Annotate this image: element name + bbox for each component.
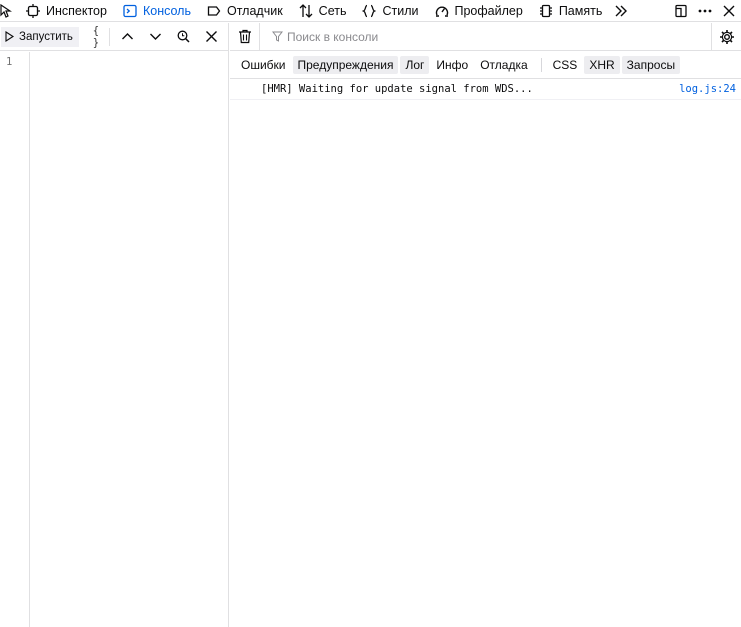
tab-network[interactable]: Сеть [291, 0, 355, 22]
close-icon [723, 5, 735, 16]
filter-icon [272, 31, 283, 42]
devtools-toolbar: Инспектор Консоль Отладчик Сеть Стили Пр… [0, 0, 741, 22]
tab-label: Инспектор [46, 3, 107, 18]
line-number: 1 [6, 56, 13, 68]
tab-style-editor[interactable]: Стили [354, 0, 426, 22]
pretty-print-button[interactable]: { } [87, 25, 105, 49]
chevrons-right-icon [615, 5, 628, 16]
filter-requests[interactable]: Запросы [621, 55, 681, 74]
tab-debugger[interactable]: Отладчик [199, 0, 291, 22]
message-text: [HMR] Waiting for update signal from WDS… [261, 83, 533, 95]
tab-label: Отладчик [226, 3, 283, 18]
close-icon [206, 31, 218, 42]
close-editor-button[interactable] [198, 23, 226, 51]
filter-debug[interactable]: Отладка [475, 56, 532, 74]
reverse-search-button[interactable] [170, 23, 198, 51]
memory-icon [539, 4, 552, 17]
element-picker-button[interactable] [0, 0, 18, 22]
divider [540, 57, 542, 72]
tab-memory[interactable]: Память [531, 0, 611, 22]
tab-label: Профайлер [454, 3, 523, 18]
filter-css[interactable]: CSS [548, 56, 583, 74]
profiler-icon [435, 6, 448, 17]
console-icon [123, 4, 137, 17]
debugger-icon [207, 5, 221, 16]
close-devtools-button[interactable] [717, 0, 741, 22]
trash-icon [238, 29, 251, 44]
style-editor-icon [362, 4, 377, 17]
run-label: Запустить [19, 30, 73, 43]
history-previous-button[interactable] [114, 23, 142, 51]
console-message: [HMR] Waiting for update signal from WDS… [230, 79, 741, 100]
console-search-input[interactable] [287, 29, 667, 44]
tab-profiler[interactable]: Профайлер [427, 0, 531, 22]
clear-console-button[interactable] [230, 22, 260, 51]
console-settings-button[interactable] [711, 22, 741, 51]
console-pane: Ошибки Предупреждения Лог Инфо Отладка C… [230, 22, 741, 627]
filter-xhr[interactable]: XHR [584, 55, 620, 74]
console-search [260, 23, 711, 51]
dock-mode-button[interactable] [669, 0, 693, 22]
play-icon [5, 31, 15, 42]
filter-info[interactable]: Инфо [431, 56, 473, 74]
tab-inspector[interactable]: Инспектор [18, 0, 115, 22]
inspector-icon [26, 3, 40, 18]
run-button[interactable]: Запустить [1, 26, 79, 47]
tab-label: Память [558, 3, 603, 18]
more-horizontal-icon [698, 9, 712, 12]
tab-console[interactable]: Консоль [115, 0, 199, 22]
editor-toolbar: Запустить { } [0, 23, 228, 51]
editor-pane: Запустить { } 1 [0, 23, 229, 627]
dock-side-icon [675, 4, 687, 17]
cursor-picker-icon [0, 3, 12, 18]
history-next-button[interactable] [142, 23, 170, 51]
chevron-down-icon [150, 33, 162, 40]
chevron-up-icon [122, 33, 134, 40]
network-icon [299, 3, 313, 18]
line-number-gutter: 1 [0, 52, 30, 627]
filter-errors[interactable]: Ошибки [236, 56, 291, 74]
gear-icon [719, 29, 734, 44]
console-filter-bar [230, 22, 741, 51]
tab-label: Консоль [142, 3, 191, 18]
tab-label: Сеть [318, 3, 347, 18]
filter-warnings[interactable]: Предупреждения [292, 55, 399, 74]
tab-label: Стили [382, 3, 419, 18]
filter-log[interactable]: Лог [400, 55, 430, 74]
divider [108, 27, 110, 46]
console-level-filters: Ошибки Предупреждения Лог Инфо Отладка C… [230, 51, 741, 79]
search-history-icon [177, 30, 190, 43]
message-source-link[interactable]: log.js:24 [679, 83, 736, 95]
more-tools-button[interactable] [610, 0, 632, 22]
overflow-menu-button[interactable] [693, 0, 717, 22]
